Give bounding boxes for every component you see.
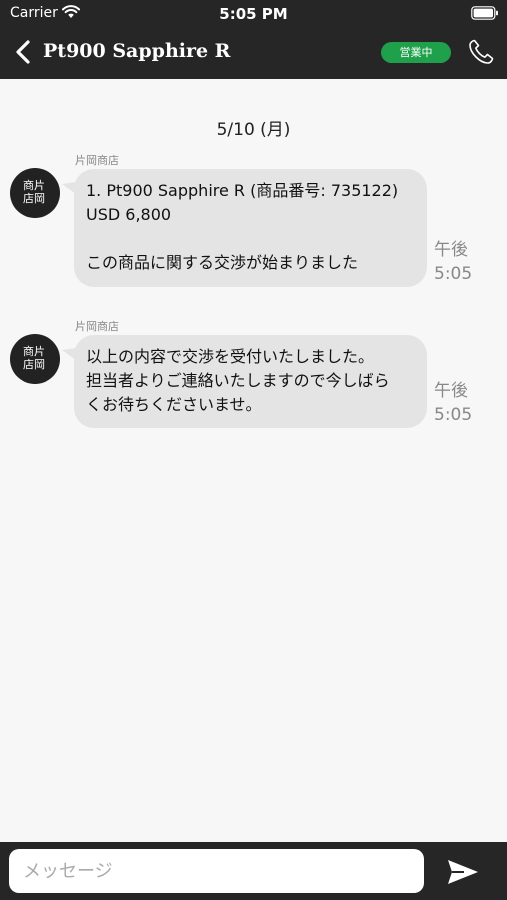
message-input[interactable] [9,849,424,893]
message-line: くお待ちくださいませ。 [86,395,262,414]
sender-name: 片岡商店 [75,154,119,167]
message-time: 5:05 [434,264,473,284]
message-line: 1. Pt900 Sapphire R (商品番号: 735122) [86,181,399,200]
status-badge: 営業中 [381,42,451,63]
avatar: 商片 店岡 [10,168,60,218]
top-bar: Carrier 5:05 PM Pt900 Sapphire R 営業中 [0,0,507,79]
nav-bar: Pt900 Sapphire R 営業中 [0,28,507,79]
send-icon[interactable] [446,858,480,886]
message-bubble[interactable]: 1. Pt900 Sapphire R (商品番号: 735122) USD 6… [74,169,427,287]
message-time-period: 午後 [434,381,468,401]
message-time: 5:05 [434,405,473,425]
message-time-period: 午後 [434,240,468,260]
clock: 5:05 PM [219,5,288,23]
message-line: 以上の内容で交渉を受付いたしました。 [86,347,375,366]
message-line: 担当者よりご連絡いたしますので今しばら [86,371,390,390]
date-separator: 5/10 (月) [216,120,291,140]
battery-icon [471,6,498,20]
message-line: USD 6,800 [86,205,172,224]
avatar: 商片 店岡 [10,334,60,384]
composer-bar [0,842,507,900]
message-line [86,227,415,251]
message-line: この商品に関する交渉が始まりました [86,253,359,272]
status-bar: Carrier 5:05 PM [0,0,507,28]
page-title: Pt900 Sapphire R [43,40,231,62]
avatar-text-bottom: 店岡 [23,358,45,371]
sender-name: 片岡商店 [75,320,119,333]
message-bubble[interactable]: 以上の内容で交渉を受付いたしました。 担当者よりご連絡いたしますので今しばら く… [74,335,427,428]
avatar-text-bottom: 店岡 [23,192,45,205]
phone-icon[interactable] [466,37,496,67]
avatar-text-top: 商片 [23,179,45,192]
chat-area[interactable]: 5/10 (月) 片岡商店 商片 店岡 1. Pt900 Sapphire R … [0,79,507,842]
avatar-text-top: 商片 [23,345,45,358]
chevron-left-icon[interactable] [10,38,36,66]
